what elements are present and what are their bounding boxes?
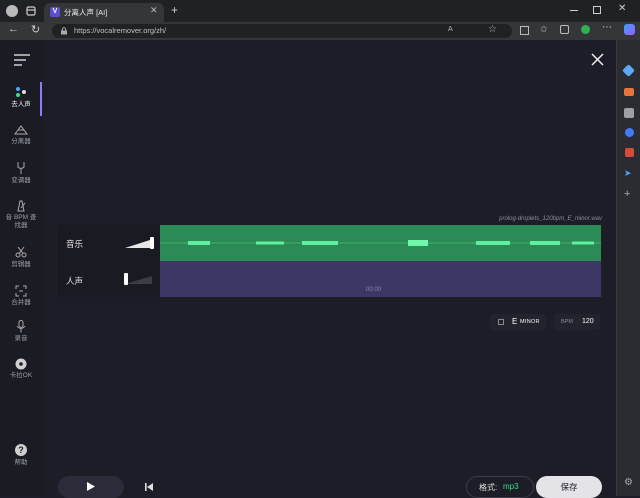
lock-icon: [61, 27, 67, 35]
favorite-star-icon[interactable]: ☆: [488, 24, 497, 35]
metronome-icon: [17, 200, 26, 212]
edge-office-icon[interactable]: [625, 148, 634, 157]
help-icon: ?: [15, 444, 27, 456]
sidebar-item-label: 变调器: [11, 177, 31, 184]
hamburger-menu-icon[interactable]: [14, 54, 30, 66]
profile-avatar[interactable]: [6, 5, 18, 17]
menu-dots-icon[interactable]: ⋯: [602, 22, 612, 33]
back-icon[interactable]: ←: [8, 23, 19, 35]
sidebar-item-label: 去人声: [11, 101, 31, 108]
extension-icon[interactable]: [581, 25, 590, 34]
edge-shopping-icon[interactable]: [624, 88, 634, 96]
bpm-display: BPM 120: [554, 314, 600, 330]
collections-icon[interactable]: [560, 25, 569, 34]
format-value: mp3: [503, 482, 519, 491]
tab-actions-icon[interactable]: [26, 6, 36, 16]
sidebar-item-joiner[interactable]: 合并器: [0, 285, 42, 309]
scissors-icon: [15, 246, 27, 258]
sidebar-item-help[interactable]: ? 帮助: [0, 444, 42, 468]
maximize-icon[interactable]: [593, 6, 601, 14]
sidebar-item-label: 合并器: [11, 299, 31, 306]
sidebar-item-karaoke[interactable]: 卡拉OK: [0, 358, 42, 382]
window-close-icon[interactable]: ✕: [618, 3, 626, 14]
minimize-icon[interactable]: [570, 10, 578, 11]
tab-close-icon[interactable]: ✕: [150, 5, 158, 16]
file-name: prolog-droplets_120bpm_E_minor.wav: [499, 216, 602, 222]
read-aloud-icon[interactable]: A: [448, 26, 453, 33]
vocal-waveform[interactable]: 00:00: [160, 261, 601, 297]
edge-send-icon[interactable]: ➤: [624, 168, 632, 179]
key-value: E: [512, 317, 518, 326]
split-screen-icon[interactable]: [520, 26, 529, 35]
pyramid-icon: [14, 125, 28, 135]
bpm-label: BPM: [561, 319, 573, 325]
sidebar-item-pitch-changer[interactable]: 变调器: [0, 162, 42, 186]
sidebar-item-label: 分离器: [11, 138, 31, 145]
save-button[interactable]: 保存: [536, 476, 602, 498]
music-volume-slider[interactable]: [124, 236, 156, 250]
play-button[interactable]: [58, 476, 124, 498]
tab-title: 分离人声 [AI]: [64, 8, 108, 17]
vocal-track-label: 人声: [66, 276, 84, 286]
play-icon: [87, 482, 95, 491]
skip-back-icon[interactable]: [145, 483, 153, 491]
copilot-icon[interactable]: [624, 24, 635, 35]
save-label: 保存: [560, 482, 578, 492]
sidebar-item-label: 音 BPM 查找器: [5, 214, 37, 229]
edge-settings-icon[interactable]: ⚙: [624, 477, 633, 488]
sidebar-item-cutter[interactable]: 剪辑器: [0, 246, 42, 270]
key-icon: [498, 319, 504, 325]
format-label: 格式:: [479, 483, 498, 492]
sidebar-item-vocal-remover[interactable]: 去人声: [0, 86, 42, 112]
browser-tab[interactable]: V 分离人声 [AI] ✕: [44, 3, 164, 22]
favorites-icon[interactable]: ✩: [540, 24, 548, 35]
sidebar-item-label: 剪辑器: [11, 261, 31, 268]
refresh-icon[interactable]: ↻: [31, 23, 40, 36]
bpm-value: 120: [582, 318, 594, 325]
music-waveform[interactable]: [160, 225, 601, 261]
dots-icon: [16, 87, 26, 97]
url-text: https://vocalremover.org/zh/: [74, 26, 167, 35]
site-favicon: V: [50, 7, 60, 17]
format-selector[interactable]: 格式: mp3: [466, 476, 534, 498]
url-bar[interactable]: https://vocalremover.org/zh/ A ☆: [52, 24, 512, 38]
playback-time: 00:00: [366, 287, 382, 293]
sidebar-item-splitter[interactable]: 分离器: [0, 125, 42, 147]
merge-icon: [15, 285, 27, 297]
sidebar-item-bpm-finder[interactable]: 音 BPM 查找器: [0, 200, 42, 232]
disc-icon: [15, 358, 27, 370]
close-icon[interactable]: [591, 53, 604, 66]
mic-icon: [16, 320, 26, 333]
tuning-fork-icon: [17, 162, 25, 174]
edge-tools-icon[interactable]: [624, 108, 634, 118]
sidebar-item-label: 帮助: [14, 459, 28, 466]
sidebar-item-label: 卡拉OK: [9, 372, 33, 379]
key-display: E MINOR: [490, 314, 546, 330]
music-track-label: 音乐: [66, 239, 84, 249]
sidebar-item-label: 录音: [14, 335, 28, 342]
sidebar-item-recorder[interactable]: 录音: [0, 320, 42, 344]
key-mode: MINOR: [520, 319, 540, 325]
edge-games-icon[interactable]: [625, 128, 634, 137]
vocal-volume-slider[interactable]: [124, 272, 156, 286]
new-tab-icon[interactable]: +: [171, 3, 178, 17]
edge-add-icon[interactable]: +: [624, 188, 630, 200]
